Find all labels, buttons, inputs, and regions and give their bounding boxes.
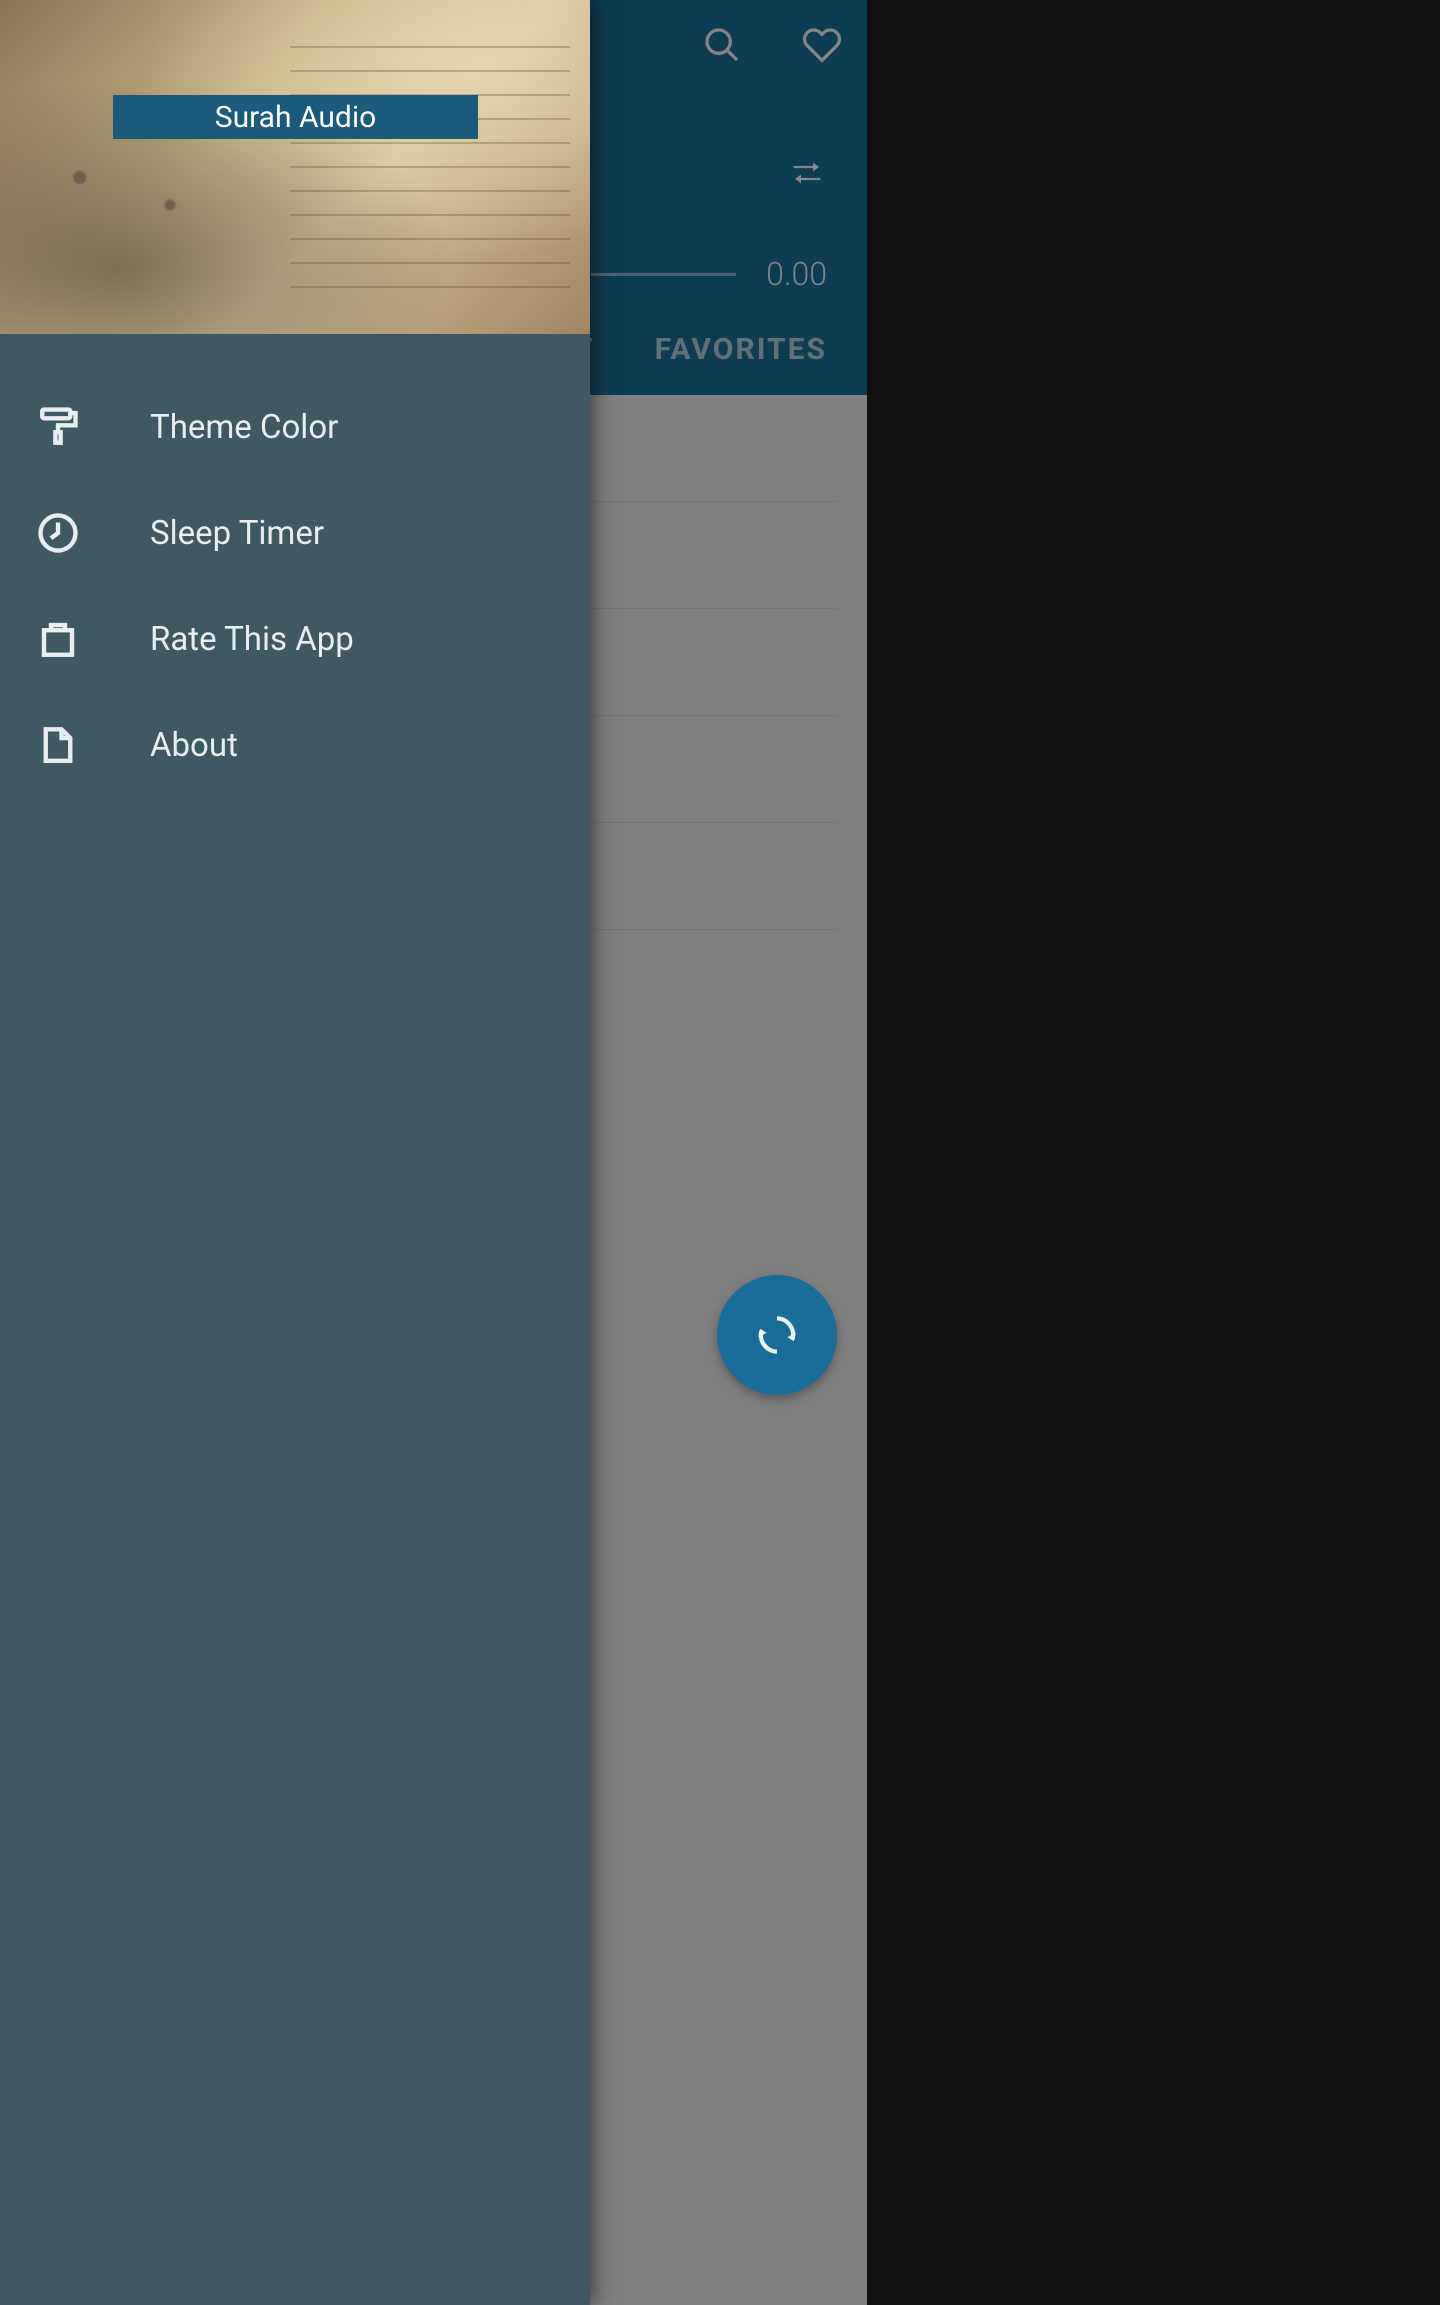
menu-label: Theme Color	[150, 408, 338, 447]
refresh-fab[interactable]	[717, 1275, 837, 1395]
drawer-header: Surah Audio	[0, 0, 590, 334]
menu-item-rate-app[interactable]: Rate This App	[0, 586, 590, 692]
clock-icon	[36, 511, 80, 555]
prayer-beads-decoration	[0, 32, 396, 334]
menu-item-about[interactable]: About	[0, 692, 590, 798]
menu-item-theme-color[interactable]: Theme Color	[0, 374, 590, 480]
drawer-menu: Theme Color Sleep Timer	[0, 334, 590, 798]
menu-item-sleep-timer[interactable]: Sleep Timer	[0, 480, 590, 586]
app-screen: 0.00 ST FAVORITES Surah Audio	[0, 0, 867, 2305]
heart-icon[interactable]	[797, 20, 847, 70]
unused-canvas	[867, 0, 1440, 2305]
top-actions	[697, 20, 847, 70]
menu-label: Rate This App	[150, 620, 354, 659]
repeat-button[interactable]	[787, 155, 827, 191]
progress-track[interactable]	[591, 273, 736, 276]
search-icon[interactable]	[697, 20, 747, 70]
menu-label: About	[150, 726, 238, 765]
menu-label: Sleep Timer	[150, 514, 324, 553]
tabs: ST FAVORITES	[554, 332, 827, 367]
document-icon	[36, 723, 80, 767]
time-display: 0.00	[766, 255, 827, 293]
progress-row: 0.00	[591, 255, 827, 293]
shopping-bag-icon	[36, 617, 80, 661]
tab-favorites[interactable]: FAVORITES	[655, 332, 827, 367]
app-title: Surah Audio	[113, 95, 478, 139]
navigation-drawer: Surah Audio Theme Color	[0, 0, 590, 2305]
paint-roller-icon	[36, 405, 80, 449]
